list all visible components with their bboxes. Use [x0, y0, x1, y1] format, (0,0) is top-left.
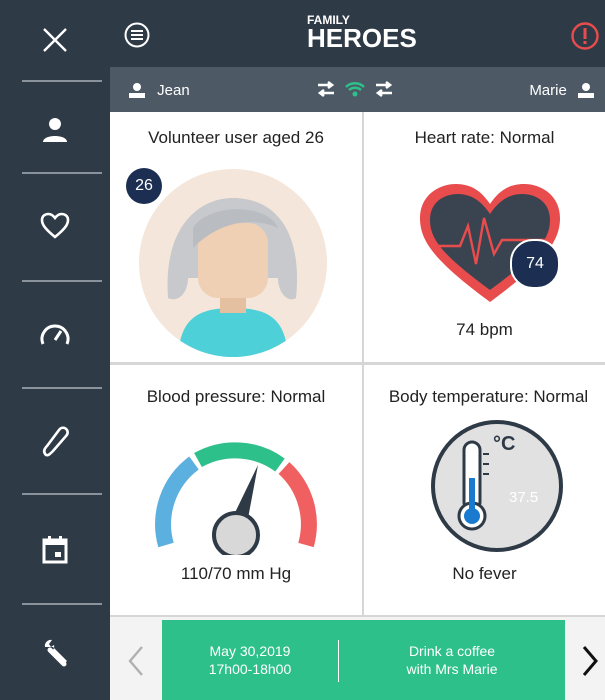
alert-button[interactable]	[571, 22, 599, 55]
user-card-title: Volunteer user aged 26	[148, 128, 324, 147]
wifi-icon	[345, 82, 366, 97]
blood-pressure-card[interactable]: Blood pressure: Normal 110/70 mm Hg	[110, 365, 362, 615]
sidebar-item-pressure[interactable]	[0, 282, 110, 386]
sidebar	[0, 0, 110, 700]
user-icon	[43, 118, 67, 142]
next-event-button[interactable]	[580, 645, 600, 682]
event-line1: Drink a coffee	[408, 643, 496, 659]
temperature-reading: 37.5	[509, 489, 539, 506]
blood-pressure-value: 110/70 mm Hg	[180, 564, 292, 583]
logo-line2: HEROES	[307, 23, 417, 53]
user-bar: Jean Marie	[110, 67, 605, 112]
left-user-name: Jean	[157, 81, 190, 99]
left-user[interactable]: Jean	[128, 81, 190, 99]
heart-rate-title: Heart rate: Normal	[414, 128, 555, 147]
heart-rate-card[interactable]: Heart rate: Normal 74 74 bpm	[364, 112, 605, 362]
heart-rate-value: 74 bpm	[456, 320, 513, 339]
menu-button[interactable]	[124, 22, 150, 53]
close-icon	[43, 28, 67, 52]
speedometer-icon	[40, 324, 70, 345]
event-line2: with Mrs Marie	[406, 661, 498, 677]
top-bar: FAMILY HEROES	[110, 0, 605, 67]
event-what: Drink a coffee with Mrs Marie	[339, 620, 565, 700]
app-logo: FAMILY HEROES	[307, 14, 417, 53]
sidebar-item-profile[interactable]	[0, 82, 110, 178]
sidebar-item-heart[interactable]	[0, 174, 110, 278]
user-icon	[129, 83, 145, 99]
sidebar-item-temperature[interactable]	[0, 389, 110, 493]
blood-pressure-title: Blood pressure: Normal	[146, 387, 326, 406]
menu-icon	[124, 22, 150, 48]
event-date: May 30,2019	[209, 643, 291, 659]
pressure-gauge	[155, 442, 317, 555]
sidebar-item-close[interactable]	[0, 0, 110, 80]
sidebar-item-settings[interactable]	[0, 605, 110, 700]
event-card[interactable]: May 30,2019 17h00-18h00 Drink a coffee w…	[162, 620, 565, 700]
temperature-card[interactable]: Body temperature: Normal °C 37.5 No feve…	[364, 365, 605, 615]
transfer-icon	[317, 80, 335, 98]
alert-icon	[571, 22, 599, 50]
event-when: May 30,2019 17h00-18h00	[162, 620, 338, 700]
chevron-right-icon	[582, 646, 598, 676]
age-badge: 26	[126, 168, 162, 204]
sidebar-item-calendar[interactable]	[0, 495, 110, 605]
cards-grid: Volunteer user aged 26 26 Heart rate: No…	[110, 112, 605, 617]
wrench-icon	[44, 639, 67, 666]
right-user[interactable]: Marie	[529, 81, 595, 99]
transfer-icon	[376, 80, 393, 98]
right-user-name: Marie	[529, 81, 567, 99]
event-time: 17h00-18h00	[208, 661, 292, 677]
previous-event-button[interactable]	[126, 645, 146, 682]
thermometer-icon	[42, 426, 69, 457]
event-bar: May 30,2019 17h00-18h00 Drink a coffee w…	[110, 617, 605, 700]
avatar	[139, 169, 327, 357]
temperature-title: Body temperature: Normal	[388, 387, 589, 406]
heart-icon	[40, 212, 70, 239]
heart-rate-badge: 74	[510, 239, 560, 289]
chevron-left-icon	[128, 646, 143, 676]
temperature-value: No fever	[452, 564, 517, 583]
connection-status	[316, 79, 394, 103]
temperature-unit: °C	[493, 433, 516, 455]
user-card[interactable]: Volunteer user aged 26 26	[110, 112, 362, 362]
calendar-icon	[42, 536, 68, 564]
user-icon	[578, 83, 594, 99]
